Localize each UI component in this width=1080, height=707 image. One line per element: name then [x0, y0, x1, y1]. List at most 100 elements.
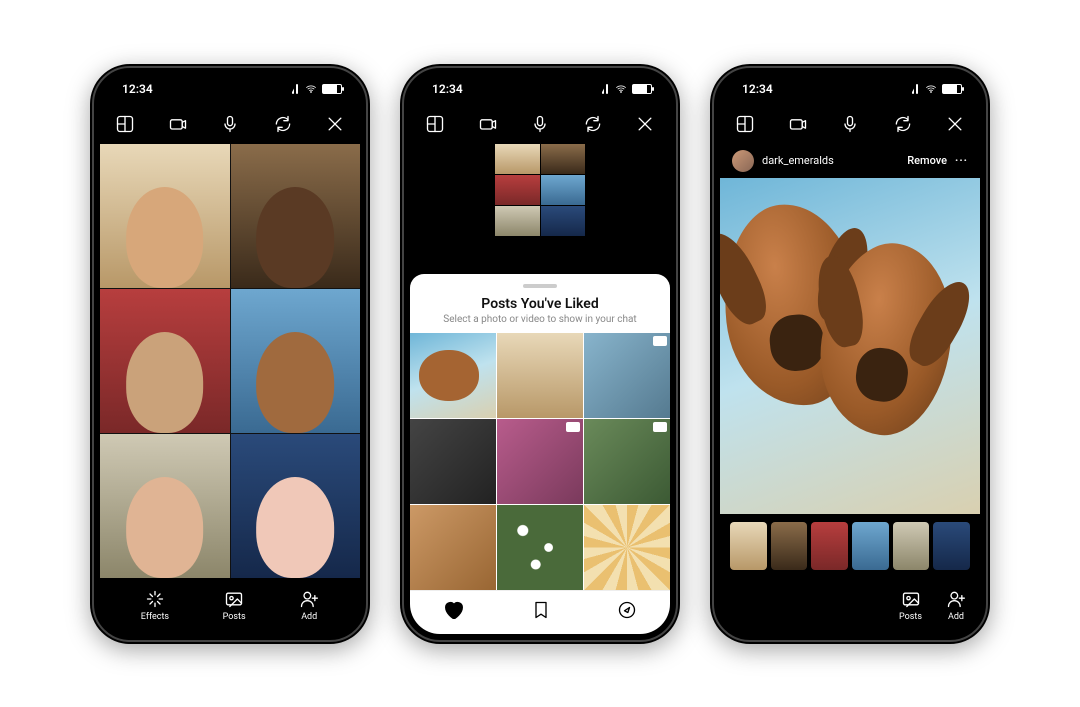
layout-button[interactable]	[424, 113, 446, 135]
wifi-icon	[924, 83, 938, 95]
sparkle-icon	[145, 589, 165, 609]
add-person-button[interactable]: Add	[946, 589, 966, 622]
layout-icon	[425, 114, 445, 134]
participant-tile[interactable]	[933, 522, 970, 570]
switch-camera-button[interactable]	[582, 113, 604, 135]
shared-media-view[interactable]	[720, 178, 980, 514]
wifi-icon	[614, 83, 628, 95]
participant-tile[interactable]	[231, 434, 361, 578]
notch	[165, 74, 295, 98]
layout-icon	[735, 114, 755, 134]
post-tile[interactable]	[410, 505, 496, 590]
more-options-button[interactable]: ···	[955, 154, 968, 167]
participant-tile[interactable]	[100, 434, 230, 578]
phone-1: 12:34 Effects	[90, 64, 370, 644]
posts-button[interactable]: Posts	[223, 589, 246, 622]
participant-tile[interactable]	[495, 144, 540, 174]
phone-3: 12:34 dark_emeralds Remove ···	[710, 64, 990, 644]
notch	[785, 74, 915, 98]
add-person-icon	[299, 589, 319, 609]
posts-sheet: Posts You've Liked Select a photo or vid…	[410, 274, 670, 634]
call-toolbar	[100, 104, 360, 144]
video-badge-icon	[653, 336, 667, 346]
close-icon	[945, 114, 965, 134]
microphone-icon	[530, 114, 550, 134]
participant-strip	[720, 514, 980, 578]
mic-toggle-button[interactable]	[839, 113, 861, 135]
participant-tile[interactable]	[541, 175, 586, 205]
post-tile[interactable]	[410, 333, 496, 418]
effects-button[interactable]: Effects	[141, 589, 169, 622]
bookmark-icon	[531, 600, 551, 620]
explore-tab[interactable]	[617, 600, 637, 624]
participant-tile[interactable]	[893, 522, 930, 570]
photo-icon	[901, 589, 921, 609]
participant-tile[interactable]	[730, 522, 767, 570]
participant-tile[interactable]	[771, 522, 808, 570]
photo-icon	[224, 589, 244, 609]
posts-button[interactable]: Posts	[899, 589, 922, 622]
effects-label: Effects	[141, 612, 169, 622]
sheet-handle[interactable]	[523, 284, 557, 288]
post-tile[interactable]	[584, 333, 670, 418]
participant-tile[interactable]	[495, 206, 540, 236]
participant-tile[interactable]	[541, 206, 586, 236]
close-icon	[325, 114, 345, 134]
screen-1: 12:34 Effects	[100, 74, 360, 634]
post-grid[interactable]	[410, 333, 670, 590]
posts-label: Posts	[899, 612, 922, 622]
post-tile[interactable]	[410, 419, 496, 504]
post-tile[interactable]	[584, 419, 670, 504]
switch-camera-button[interactable]	[272, 113, 294, 135]
media-content	[809, 235, 963, 443]
switch-camera-button[interactable]	[892, 113, 914, 135]
sheet-tabs	[410, 590, 670, 634]
participant-tile[interactable]	[231, 144, 361, 288]
close-call-button[interactable]	[944, 113, 966, 135]
status-time: 12:34	[742, 82, 773, 96]
remove-media-button[interactable]: Remove	[907, 154, 947, 167]
battery-icon	[632, 84, 652, 94]
camera-icon	[478, 114, 498, 134]
wifi-icon	[304, 83, 318, 95]
layout-button[interactable]	[734, 113, 756, 135]
participant-tile[interactable]	[541, 144, 586, 174]
mic-toggle-button[interactable]	[219, 113, 241, 135]
post-tile[interactable]	[584, 505, 670, 590]
bottom-bar: Posts Add	[720, 578, 980, 634]
video-badge-icon	[566, 422, 580, 432]
close-icon	[635, 114, 655, 134]
mini-video-grid	[495, 144, 585, 236]
participant-tile[interactable]	[495, 175, 540, 205]
participant-tile[interactable]	[852, 522, 889, 570]
participant-tile[interactable]	[811, 522, 848, 570]
author-username[interactable]: dark_emeralds	[762, 154, 834, 167]
call-toolbar	[720, 104, 980, 144]
close-call-button[interactable]	[324, 113, 346, 135]
saved-tab[interactable]	[531, 600, 551, 624]
liked-tab[interactable]	[443, 599, 465, 625]
post-tile[interactable]	[497, 505, 583, 590]
participant-tile[interactable]	[100, 289, 230, 433]
camera-toggle-button[interactable]	[787, 113, 809, 135]
sheet-subtitle: Select a photo or video to show in your …	[410, 314, 670, 325]
video-badge-icon	[653, 422, 667, 432]
layout-button[interactable]	[114, 113, 136, 135]
compass-icon	[617, 600, 637, 620]
participant-tile[interactable]	[100, 144, 230, 288]
close-call-button[interactable]	[634, 113, 656, 135]
bottom-bar: Effects Posts Add	[100, 578, 360, 634]
video-grid	[100, 144, 360, 578]
post-tile[interactable]	[497, 419, 583, 504]
camera-toggle-button[interactable]	[167, 113, 189, 135]
camera-icon	[168, 114, 188, 134]
refresh-icon	[273, 114, 293, 134]
add-person-button[interactable]: Add	[299, 589, 319, 622]
screen-2: 12:34 Posts You've Liked Selec	[410, 74, 670, 634]
post-tile[interactable]	[497, 333, 583, 418]
author-avatar[interactable]	[732, 150, 754, 172]
participant-tile[interactable]	[231, 289, 361, 433]
camera-toggle-button[interactable]	[477, 113, 499, 135]
mic-toggle-button[interactable]	[529, 113, 551, 135]
screen-3: 12:34 dark_emeralds Remove ···	[720, 74, 980, 634]
